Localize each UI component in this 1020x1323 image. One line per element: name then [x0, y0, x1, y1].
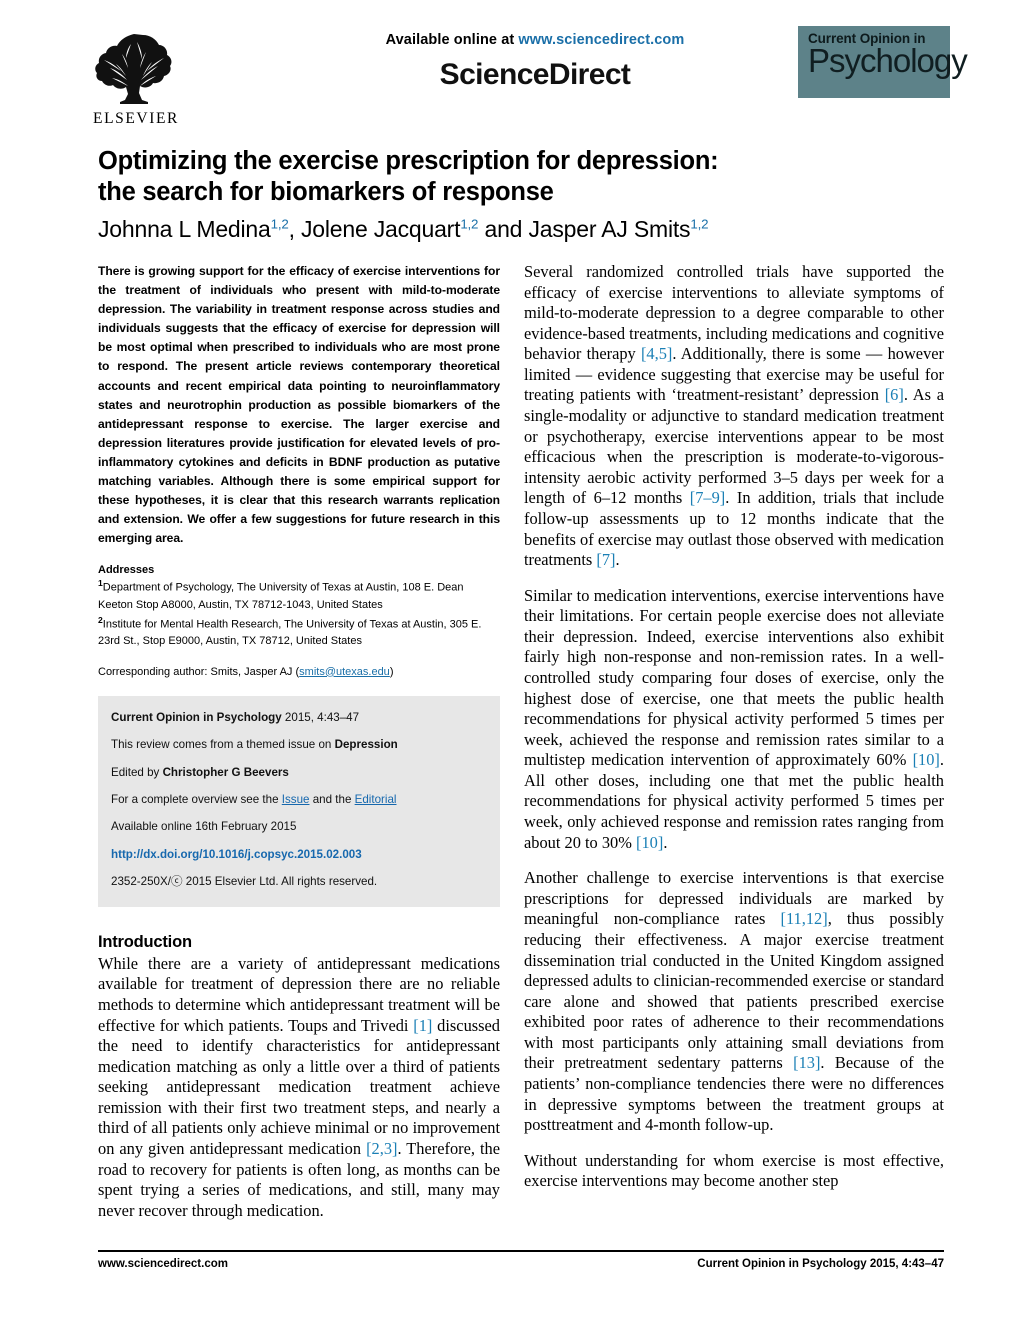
footer-divider — [98, 1250, 944, 1252]
footer-citation: Current Opinion in Psychology 2015, 4:43… — [697, 1258, 944, 1270]
article-page: ELSEVIER Available online at www.science… — [0, 0, 1020, 1323]
affiliation-1: Department of Psychology, The University… — [98, 582, 464, 611]
author-name-3[interactable]: Jasper AJ Smits — [528, 216, 690, 242]
title-line-2: the search for biomarkers of response — [98, 178, 554, 207]
abstract-text: There is growing support for the efficac… — [98, 264, 500, 546]
citation-ref-1[interactable]: [1] — [413, 1016, 432, 1035]
footer-row: www.sciencedirect.com Current Opinion in… — [98, 1258, 944, 1270]
citation-ref-10-b[interactable]: [10] — [636, 833, 663, 852]
p2-part-a: Similar to medication interventions, exe… — [524, 585, 944, 770]
doi-text[interactable]: http://dx.doi.org/10.1016/j.copsyc.2015.… — [111, 848, 362, 861]
corresponding-author-prefix: Corresponding author: Smits, Jasper AJ ( — [98, 665, 300, 678]
footer-website-link[interactable]: www.sciencedirect.com — [98, 1258, 228, 1270]
sciencedirect-url-link[interactable]: www.sciencedirect.com — [518, 32, 684, 48]
page-title: Optimizing the exercise prescription for… — [98, 146, 944, 208]
available-online-line: Available online at www.sciencedirect.co… — [300, 32, 770, 48]
p3-part-b: , thus possibly reducing their effective… — [524, 909, 944, 1073]
available-online-date: Available online 16th February 2015 — [111, 820, 297, 834]
author-name-1[interactable]: Johnna L Medina — [98, 216, 271, 242]
body-paragraph-3: Another challenge to exercise interventi… — [524, 868, 944, 1136]
themed-issue-prefix: This review comes from a themed issue on — [111, 738, 335, 752]
citation-ref-7[interactable]: [7] — [596, 550, 615, 569]
citation-volume-pages: 2015, 4:43–47 — [281, 710, 360, 724]
themed-issue-topic: Depression — [334, 738, 398, 752]
addresses-list: 1Department of Psychology, The Universit… — [98, 577, 500, 649]
left-column: There is growing support for the efficac… — [98, 262, 500, 1221]
available-online-prefix: Available online at — [385, 32, 519, 48]
author-conjunction: and — [484, 216, 523, 243]
citation-line: Current Opinion in Psychology 2015, 4:43… — [111, 710, 487, 726]
citation-ref-4-5[interactable]: [4,5] — [641, 344, 672, 363]
corresponding-author: Corresponding author: Smits, Jasper AJ (… — [98, 666, 500, 678]
journal-logo: Current Opinion in Psychology — [798, 26, 968, 98]
p1-part-e: . — [615, 550, 620, 570]
issue-link[interactable]: Issue — [282, 793, 310, 806]
editor-name: Christopher G Beevers — [162, 765, 289, 779]
author-name-2[interactable]: Jolene Jacquart — [301, 216, 461, 242]
corresponding-author-suffix: ) — [389, 665, 394, 678]
footer-volume-pages: 2015, 4:43–47 — [866, 1258, 944, 1270]
doi-link[interactable]: http://dx.doi.org/10.1016/j.copsyc.2015.… — [111, 847, 487, 863]
sciencedirect-wordmark: ScienceDirect — [439, 58, 631, 91]
overview-prefix: For a complete overview see the — [111, 792, 282, 806]
affiliation-2: Institute for Mental Health Research, Th… — [98, 618, 482, 647]
body-paragraph-4: Without understanding for whom exercise … — [524, 1150, 944, 1191]
elsevier-wordmark: ELSEVIER — [93, 110, 179, 127]
citation-ref-6[interactable]: [6] — [885, 385, 904, 404]
sciencedirect-block: Available online at www.sciencedirect.co… — [300, 32, 770, 92]
title-area: Optimizing the exercise prescription for… — [98, 146, 944, 243]
citation-journal-name: Current Opinion in Psychology — [111, 710, 282, 724]
elsevier-tree-icon — [95, 34, 172, 104]
journal-logo-line2: Psychology — [808, 42, 968, 80]
footer-journal-name: Current Opinion in Psychology — [697, 1258, 867, 1270]
editorial-link[interactable]: Editorial — [355, 793, 397, 806]
corresponding-author-email-link[interactable]: smits@utexas.edu — [299, 666, 390, 678]
citation-ref-13[interactable]: [13] — [793, 1053, 820, 1072]
author-affiliation-marker-2: 1,2 — [460, 216, 479, 232]
intro-p1-part-b: discussed the need to identify character… — [98, 1015, 500, 1158]
citation-ref-10-a[interactable]: [10] — [913, 750, 940, 769]
citation-info-box: Current Opinion in Psychology 2015, 4:43… — [98, 695, 500, 907]
body-paragraph-2: Similar to medication interventions, exe… — [524, 586, 944, 854]
introduction-heading: Introduction — [98, 932, 192, 951]
copyright-line: 2352-250X/ⓒ 2015 Elsevier Ltd. All right… — [111, 875, 378, 889]
body-paragraph-1: Several randomized controlled trials hav… — [524, 262, 944, 571]
citation-ref-11-12[interactable]: [11,12] — [781, 909, 828, 928]
overview-line: For a complete overview see the Issue an… — [111, 792, 487, 808]
author-list: Johnna L Medina1,2, Jolene Jacquart1,2 a… — [98, 216, 709, 243]
citation-ref-7-9[interactable]: [7–9] — [690, 488, 726, 507]
right-column: Several randomized controlled trials hav… — [524, 262, 944, 1192]
overview-middle: and the — [309, 792, 355, 806]
author-affiliation-marker-1: 1,2 — [270, 216, 289, 232]
title-line-1: Optimizing the exercise prescription for… — [98, 147, 719, 175]
page-footer: www.sciencedirect.com Current Opinion in… — [98, 1250, 944, 1270]
author-affiliation-marker-3: 1,2 — [690, 216, 709, 232]
masthead: ELSEVIER Available online at www.science… — [90, 22, 968, 132]
elsevier-logo: ELSEVIER — [90, 28, 182, 136]
themed-issue-line: This review comes from a themed issue on… — [111, 737, 487, 753]
edited-by-prefix: Edited by — [111, 765, 163, 779]
citation-ref-2-3[interactable]: [2,3] — [366, 1139, 397, 1158]
edited-by-line: Edited by Christopher G Beevers — [111, 765, 487, 781]
addresses-heading: Addresses — [98, 564, 155, 577]
p2-part-c: . — [663, 832, 668, 852]
introduction-paragraph-1: While there are a variety of antidepress… — [98, 954, 500, 1222]
